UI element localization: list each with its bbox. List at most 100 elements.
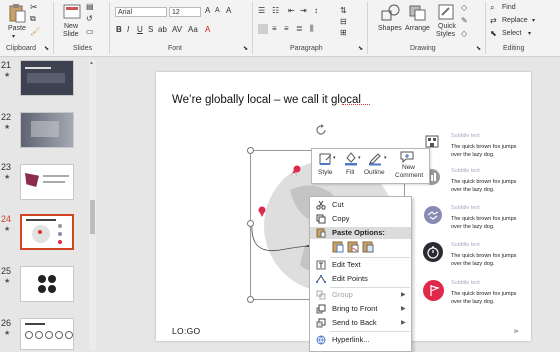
arrange-icon[interactable] xyxy=(408,3,428,23)
scroll-up-icon[interactable]: ▲ xyxy=(89,60,94,66)
new-comment-button-line2[interactable]: Comment xyxy=(395,172,423,179)
slide-thumbnail-23[interactable] xyxy=(20,164,74,200)
numbering-icon[interactable]: ☷ xyxy=(272,6,279,15)
copy-icon[interactable]: ⧉ xyxy=(30,14,36,24)
format-painter-icon[interactable]: 🖌 xyxy=(30,27,40,36)
replace-dropdown-icon[interactable]: ▾ xyxy=(532,17,535,24)
slide-thumbnail-21[interactable] xyxy=(20,60,74,96)
shape-effects-icon[interactable]: ◇ xyxy=(461,29,467,38)
resize-handle-top-left[interactable] xyxy=(247,147,254,154)
align-left-icon[interactable] xyxy=(258,24,268,34)
outline-button[interactable]: Outline xyxy=(364,169,385,176)
text-direction-icon[interactable]: ⇅ xyxy=(340,6,347,15)
fill-dropdown-icon[interactable]: ▾ xyxy=(358,155,361,161)
paragraph-launcher-icon[interactable]: ⬊ xyxy=(358,45,363,52)
paste-button[interactable]: Paste xyxy=(8,25,26,32)
columns-icon[interactable]: ⫼ xyxy=(310,24,314,34)
menu-item-bring-to-front[interactable]: Bring to Front ▶ xyxy=(310,303,411,315)
replace-icon[interactable]: ⇄ xyxy=(490,16,497,25)
increase-font-icon[interactable]: A xyxy=(205,6,210,15)
slide-thumbnail-24[interactable] xyxy=(20,214,74,250)
arrange-button[interactable]: Arrange xyxy=(405,25,430,32)
subtitle-2-desc[interactable]: The quick brown fox jumps over the lazy … xyxy=(451,178,521,194)
menu-item-hyperlink[interactable]: Hyperlink... xyxy=(310,334,411,346)
spacing-icon[interactable]: AV xyxy=(172,25,182,34)
resize-handle-bottom-left[interactable] xyxy=(247,296,254,303)
line-spacing-icon[interactable]: ↕ xyxy=(314,6,318,15)
drawing-launcher-icon[interactable]: ⬊ xyxy=(476,45,481,52)
subtitle-3[interactable]: Subtitle text xyxy=(451,205,480,211)
subtitle-2[interactable]: Subtitle text xyxy=(451,168,480,174)
paste-destination-theme-icon[interactable] xyxy=(332,241,344,253)
shapes-button[interactable]: Shapes xyxy=(378,25,402,32)
paste-icon[interactable] xyxy=(6,3,28,23)
font-size-select[interactable]: 12 xyxy=(169,7,201,17)
find-button[interactable]: Find xyxy=(502,4,516,11)
shape-outline-icon[interactable]: ✎ xyxy=(461,16,468,25)
strikethrough-icon[interactable]: S xyxy=(148,25,153,34)
thumbnail-scrollbar[interactable]: ▲ xyxy=(89,60,96,350)
select-icon[interactable]: ⬉ xyxy=(490,29,497,38)
subtitle-5-desc[interactable]: The quick brown fox jumps over the lazy … xyxy=(451,290,521,306)
font-family-select[interactable]: Arial xyxy=(115,7,167,17)
subtitle-1[interactable]: Subtitle text xyxy=(451,133,480,139)
align-center-icon[interactable]: ≡ xyxy=(272,24,277,33)
paste-dropdown-icon[interactable]: ▾ xyxy=(12,33,15,40)
outline-icon[interactable] xyxy=(368,151,382,166)
shapes-icon[interactable] xyxy=(381,3,401,23)
slide-thumbnail-22[interactable] xyxy=(20,112,74,148)
layout-icon[interactable]: ▤ xyxy=(86,2,94,11)
style-icon[interactable] xyxy=(319,152,333,166)
subtitle-4[interactable]: Subtitle text xyxy=(451,242,480,248)
select-dropdown-icon[interactable]: ▾ xyxy=(528,30,531,37)
char-spacing-icon[interactable]: ab xyxy=(158,25,167,34)
font-color-icon[interactable]: A xyxy=(205,25,210,34)
align-text-icon[interactable]: ⊟ xyxy=(340,17,347,26)
new-slide-button-line2[interactable]: Slide xyxy=(63,31,79,38)
menu-item-edit-text[interactable]: Edit Text xyxy=(310,259,411,271)
cut-icon[interactable]: ✂ xyxy=(30,2,38,13)
subtitle-4-desc[interactable]: The quick brown fox jumps over the lazy … xyxy=(451,252,521,268)
paste-picture-icon[interactable] xyxy=(362,241,374,253)
subtitle-3-desc[interactable]: The quick brown fox jumps over the lazy … xyxy=(451,215,521,231)
bold-icon[interactable]: B xyxy=(116,25,122,34)
align-right-icon[interactable]: ≡ xyxy=(284,24,289,33)
new-comment-icon[interactable] xyxy=(400,151,414,164)
quick-styles-icon[interactable] xyxy=(437,3,455,21)
decrease-font-icon[interactable]: A xyxy=(215,7,220,14)
decrease-indent-icon[interactable]: ⇤ xyxy=(288,6,295,15)
shape-fill-icon[interactable]: ◇ xyxy=(461,3,467,12)
fill-icon[interactable] xyxy=(344,151,358,166)
reset-icon[interactable]: ↺ xyxy=(86,14,93,23)
find-icon[interactable]: ⌕ xyxy=(490,3,494,13)
new-slide-icon[interactable] xyxy=(63,3,81,21)
smartart-icon[interactable]: ⊞ xyxy=(340,28,347,37)
menu-item-edit-points[interactable]: Edit Points xyxy=(310,273,411,285)
underline-icon[interactable]: U xyxy=(137,25,143,34)
section-icon[interactable]: ▭ xyxy=(86,27,94,36)
scrollbar-thumb[interactable] xyxy=(90,200,95,234)
change-case-icon[interactable]: Aa xyxy=(188,25,198,34)
paste-keep-formatting-icon[interactable] xyxy=(347,241,359,253)
menu-item-copy[interactable]: Copy xyxy=(310,213,411,225)
subtitle-1-desc[interactable]: The quick brown fox jumps over the lazy … xyxy=(451,143,521,159)
menu-item-send-to-back[interactable]: Send to Back ▶ xyxy=(310,317,411,329)
style-dropdown-icon[interactable]: ▾ xyxy=(333,155,336,161)
quick-styles-button-line1[interactable]: Quick xyxy=(438,23,456,30)
menu-item-cut[interactable]: Cut xyxy=(310,199,411,211)
style-button[interactable]: Style xyxy=(318,169,332,176)
bullets-icon[interactable]: ☰ xyxy=(258,6,265,15)
font-launcher-icon[interactable]: ⬊ xyxy=(243,45,248,52)
replace-button[interactable]: Replace xyxy=(502,17,528,24)
clear-format-icon[interactable]: A xyxy=(226,6,231,15)
outline-dropdown-icon[interactable]: ▾ xyxy=(384,155,387,161)
rotate-handle-icon[interactable] xyxy=(315,124,327,136)
select-button[interactable]: Select xyxy=(502,30,521,37)
quick-styles-button-line2[interactable]: Styles xyxy=(436,31,455,38)
italic-icon[interactable]: I xyxy=(127,25,129,34)
increase-indent-icon[interactable]: ⇥ xyxy=(300,6,307,15)
subtitle-5[interactable]: Subtitle text xyxy=(451,280,480,286)
new-slide-button-line1[interactable]: New xyxy=(64,23,78,30)
resize-handle-left[interactable] xyxy=(247,220,254,227)
justify-icon[interactable]: ≣ xyxy=(296,24,303,33)
